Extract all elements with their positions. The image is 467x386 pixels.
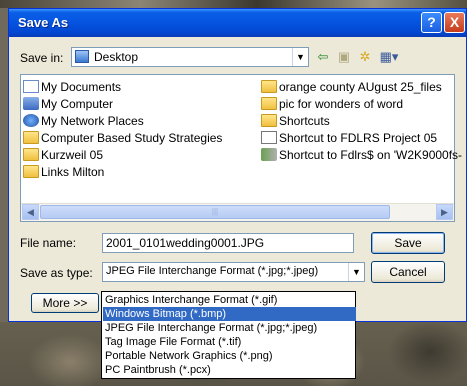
list-item[interactable]: Shortcut to FDLRS Project 05 xyxy=(261,130,437,147)
folder-icon xyxy=(23,165,39,178)
list-item[interactable]: Kurzweil 05 xyxy=(23,147,103,164)
horizontal-scrollbar[interactable]: ◀ ||| ▶ xyxy=(21,203,454,221)
save-as-type-dropdown[interactable]: Graphics Interchange Format (*.gif) Windo… xyxy=(101,291,356,379)
list-item-label: Computer Based Study Strategies xyxy=(41,131,223,145)
list-item-label: Shortcut to Fdlrs$ on 'W2K9000fs- xyxy=(279,148,463,162)
dialog-title: Save As xyxy=(18,15,69,30)
scroll-thumb[interactable]: ||| xyxy=(40,205,390,219)
folder-icon xyxy=(261,80,277,93)
up-folder-icon[interactable]: ▣ xyxy=(335,49,353,65)
list-item-label: Shortcut to FDLRS Project 05 xyxy=(279,131,438,145)
list-item-label: orange county AUgust 25_files xyxy=(279,80,442,94)
list-item[interactable]: pic for wonders of word xyxy=(261,96,403,113)
save-as-type-combo[interactable]: JPEG File Interchange Format (*.jpg;*.jp… xyxy=(102,262,365,282)
list-item[interactable]: Computer Based Study Strategies xyxy=(23,130,222,147)
chevron-down-icon[interactable]: ▼ xyxy=(348,263,364,281)
type-option[interactable]: PC Paintbrush (*.pcx) xyxy=(103,363,356,377)
list-item[interactable]: My Documents xyxy=(23,79,121,96)
cancel-button[interactable]: Cancel xyxy=(371,261,445,283)
network-shortcut-icon xyxy=(261,148,277,161)
list-item[interactable]: My Network Places xyxy=(23,113,144,130)
list-item-label: Shortcuts xyxy=(279,114,330,128)
list-item[interactable]: Links Milton xyxy=(23,164,104,181)
close-button[interactable]: X xyxy=(444,12,465,33)
network-places-icon xyxy=(23,114,39,127)
list-item-label: Kurzweil 05 xyxy=(41,148,104,162)
list-item-label: My Documents xyxy=(41,80,122,94)
list-item-label: Links Milton xyxy=(41,165,105,179)
file-name-label: File name: xyxy=(20,236,77,250)
save-as-type-label: Save as type: xyxy=(20,266,93,280)
save-as-dialog: Save As ? X Save in: Desktop ▼ ⇦ ▣ ✲ ▦▾ … xyxy=(8,8,467,322)
type-option[interactable]: Tag Image File Format (*.tif) xyxy=(103,335,356,349)
list-item-label: pic for wonders of word xyxy=(279,97,404,111)
list-item-label: My Network Places xyxy=(41,114,144,128)
my-documents-icon xyxy=(23,80,39,93)
back-arrow-icon[interactable]: ⇦ xyxy=(314,49,332,65)
folder-icon xyxy=(261,97,277,110)
my-computer-icon xyxy=(23,97,39,110)
list-item[interactable]: orange county AUgust 25_files xyxy=(261,79,442,96)
folder-icon xyxy=(261,114,277,127)
views-menu-icon[interactable]: ▦▾ xyxy=(377,49,401,65)
save-in-combo[interactable]: Desktop ▼ xyxy=(71,47,309,67)
help-button[interactable]: ? xyxy=(421,12,442,33)
more-button[interactable]: More >> xyxy=(31,293,99,313)
save-in-value: Desktop xyxy=(94,50,139,64)
type-option[interactable]: Portable Network Graphics (*.png) xyxy=(103,349,356,363)
save-as-type-value: JPEG File Interchange Format (*.jpg;*.jp… xyxy=(106,265,319,277)
type-option[interactable]: Windows Bitmap (*.bmp) xyxy=(103,307,356,321)
file-list[interactable]: My Documents My Computer My Network Places… xyxy=(20,74,462,222)
list-item[interactable]: My Computer xyxy=(23,96,113,113)
new-folder-icon[interactable]: ✲ xyxy=(356,49,374,65)
title-bar[interactable]: Save As ? X xyxy=(9,9,466,37)
type-option[interactable]: Graphics Interchange Format (*.gif) xyxy=(103,293,356,307)
shortcut-icon xyxy=(261,131,277,144)
save-button[interactable]: Save xyxy=(371,232,445,254)
list-item[interactable]: Shortcuts xyxy=(261,113,330,130)
list-item[interactable]: Shortcut to Fdlrs$ on 'W2K9000fs- xyxy=(261,147,462,164)
save-in-label: Save in: xyxy=(20,51,64,65)
folder-icon xyxy=(23,131,39,144)
desktop-icon xyxy=(75,50,89,63)
type-option[interactable]: JPEG File Interchange Format (*.jpg;*.jp… xyxy=(103,321,356,335)
scroll-left-icon[interactable]: ◀ xyxy=(22,204,39,220)
list-item-label: My Computer xyxy=(41,97,114,111)
folder-icon xyxy=(23,148,39,161)
background-photo-top xyxy=(0,0,467,8)
chevron-down-icon[interactable]: ▼ xyxy=(292,48,308,66)
file-name-input[interactable]: 2001_0101wedding0001.JPG xyxy=(102,233,354,253)
scroll-right-icon[interactable]: ▶ xyxy=(436,204,453,220)
